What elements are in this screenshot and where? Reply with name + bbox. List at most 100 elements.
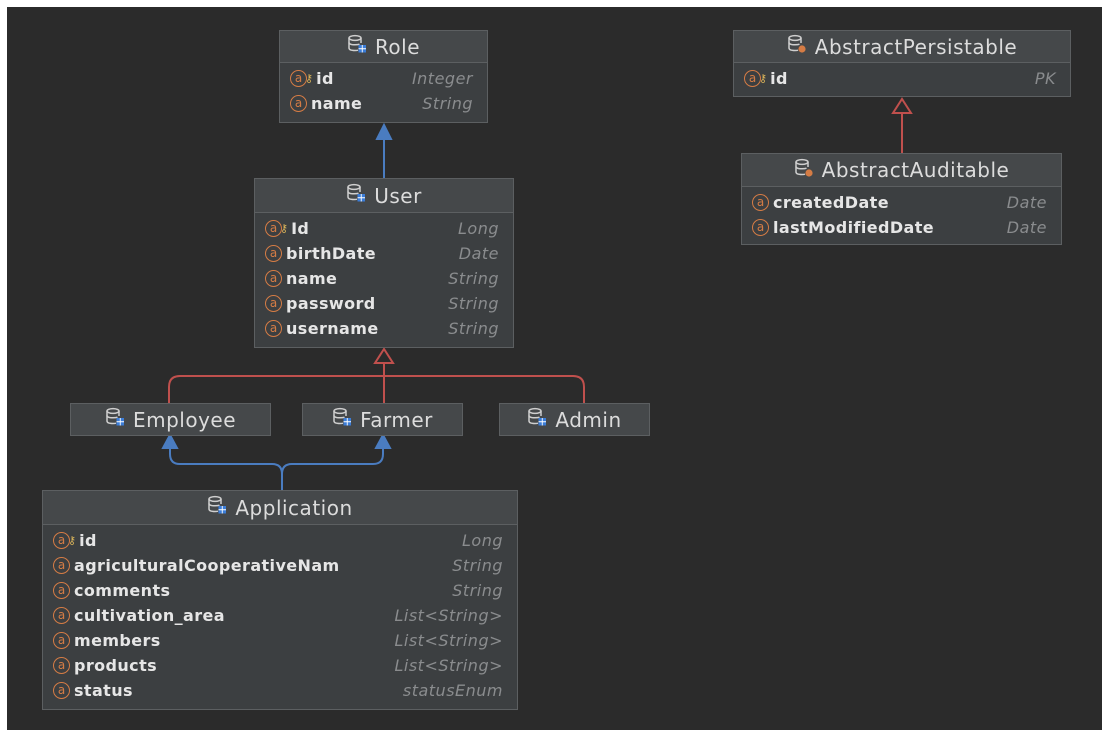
- entity-title: Admin: [555, 407, 622, 432]
- entity-header: Farmer: [303, 404, 462, 435]
- field-type: String: [422, 94, 473, 113]
- entity-header: Role: [280, 31, 487, 63]
- database-table-icon: [346, 183, 366, 208]
- field-name: username: [286, 319, 379, 338]
- field-attribute-icon: a: [53, 682, 70, 699]
- field-name: agriculturalCooperativeNam: [74, 556, 340, 575]
- field-type: List<String>: [394, 631, 503, 650]
- field-type: String: [452, 581, 503, 600]
- abstract-class-icon: [794, 158, 814, 183]
- field-attribute-icon: a: [752, 194, 769, 211]
- field-row: a agriculturalCooperativeNam String: [43, 553, 517, 578]
- database-table-icon: [105, 407, 125, 432]
- field-row: a username String: [255, 316, 513, 341]
- field-type: String: [448, 269, 499, 288]
- field-attribute-icon: a: [752, 219, 769, 236]
- field-list: a ⚷ id Long a agriculturalCooperativeNam Strin…: [43, 525, 517, 703]
- field-name: name: [311, 94, 363, 113]
- field-type: List<String>: [394, 606, 503, 625]
- entity-title: Role: [374, 34, 421, 59]
- field-name: id: [79, 531, 97, 550]
- field-row: a birthDate Date: [255, 241, 513, 266]
- field-attribute-icon: a: [265, 320, 282, 337]
- entity-title: User: [374, 183, 422, 208]
- field-row: a name String: [280, 91, 487, 116]
- entity-role[interactable]: Role a ⚷ id Integer a name String: [279, 30, 488, 123]
- field-row: a cultivation_area List<String>: [43, 603, 517, 628]
- entity-header: Admin: [500, 404, 649, 435]
- field-name: id: [316, 69, 334, 88]
- field-row: a ⚷ id Integer: [280, 66, 487, 91]
- field-name: comments: [74, 581, 171, 600]
- field-name: members: [74, 631, 161, 650]
- entity-employee[interactable]: Employee: [70, 403, 271, 436]
- field-attribute-icon: a: [53, 607, 70, 624]
- field-name: cultivation_area: [74, 606, 225, 625]
- field-name: status: [74, 681, 133, 700]
- field-list: a ⚷ id Integer a name String: [280, 63, 487, 116]
- entity-abstract-auditable[interactable]: AbstractAuditable a createdDate Date a lastM…: [741, 153, 1062, 245]
- field-attribute-icon: a: [744, 70, 761, 87]
- entity-title: AbstractAuditable: [821, 158, 1010, 182]
- entity-admin[interactable]: Admin: [499, 403, 650, 436]
- entity-title: Farmer: [360, 407, 433, 432]
- entity-header: User: [255, 179, 513, 213]
- field-attribute-icon: a: [265, 245, 282, 262]
- field-type: statusEnum: [402, 681, 503, 700]
- field-row: a createdDate Date: [742, 190, 1061, 215]
- field-list: a ⚷ Id Long a birthDate Date a name String a passwo…: [255, 213, 513, 341]
- field-type: String: [448, 319, 499, 338]
- field-type: Date: [1006, 193, 1047, 212]
- field-type: Date: [458, 244, 499, 263]
- field-row: a comments String: [43, 578, 517, 603]
- entity-title: Application: [235, 495, 353, 520]
- field-type: String: [448, 294, 499, 313]
- entity-title: Employee: [132, 407, 237, 432]
- entity-header: Employee: [71, 404, 270, 435]
- field-name: password: [286, 294, 376, 313]
- field-row: a password String: [255, 291, 513, 316]
- entity-header: AbstractAuditable: [742, 154, 1061, 187]
- field-row: a ⚷ id PK: [734, 66, 1070, 91]
- entity-title: AbstractPersistable: [814, 34, 1018, 59]
- field-row: a products List<String>: [43, 653, 517, 678]
- entity-header: AbstractPersistable: [734, 31, 1070, 63]
- field-attribute-icon: a: [53, 632, 70, 649]
- field-name: createdDate: [773, 193, 889, 212]
- field-type: Integer: [411, 69, 473, 88]
- field-row: a name String: [255, 266, 513, 291]
- field-list: a ⚷ id PK: [734, 63, 1070, 91]
- field-type: List<String>: [394, 656, 503, 675]
- field-attribute-icon: a: [265, 220, 282, 237]
- field-attribute-icon: a: [290, 95, 307, 112]
- entity-application[interactable]: Application a ⚷ id Long a agriculturalCoopera…: [42, 490, 518, 710]
- field-row: a status statusEnum: [43, 678, 517, 703]
- field-row: a members List<String>: [43, 628, 517, 653]
- field-attribute-icon: a: [53, 532, 70, 549]
- field-attribute-icon: a: [53, 657, 70, 674]
- field-name: birthDate: [286, 244, 377, 263]
- field-type: String: [452, 556, 503, 575]
- database-table-icon: [332, 407, 352, 432]
- field-type: Long: [458, 219, 499, 238]
- field-name: name: [286, 269, 338, 288]
- field-row: a lastModifiedDate Date: [742, 215, 1061, 240]
- database-table-icon: [207, 495, 227, 520]
- field-attribute-icon: a: [265, 270, 282, 287]
- field-name: id: [770, 69, 788, 88]
- database-table-icon: [347, 34, 367, 59]
- field-row: a ⚷ id Long: [43, 528, 517, 553]
- entity-header: Application: [43, 491, 517, 525]
- field-name: products: [74, 656, 158, 675]
- field-attribute-icon: a: [53, 582, 70, 599]
- entity-farmer[interactable]: Farmer: [302, 403, 463, 436]
- field-attribute-icon: a: [290, 70, 307, 87]
- field-attribute-icon: a: [53, 557, 70, 574]
- field-name: Id: [291, 219, 310, 238]
- field-list: a createdDate Date a lastModifiedDate Date: [742, 187, 1061, 240]
- entity-abstract-persistable[interactable]: AbstractPersistable a ⚷ id PK: [733, 30, 1071, 97]
- entity-user[interactable]: User a ⚷ Id Long a birthDate Date a name String a p…: [254, 178, 514, 348]
- field-type: PK: [1034, 69, 1056, 88]
- abstract-class-icon: [787, 34, 807, 59]
- field-row: a ⚷ Id Long: [255, 216, 513, 241]
